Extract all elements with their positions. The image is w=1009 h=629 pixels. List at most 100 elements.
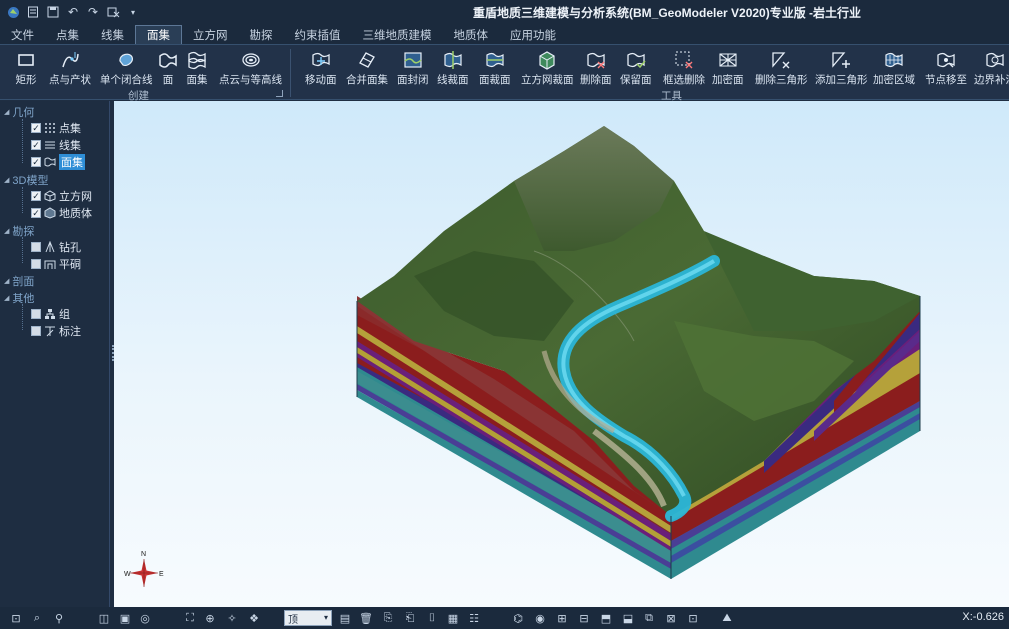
tool-h-icon[interactable]: ⊠ <box>664 611 678 625</box>
export-icon[interactable]: ⎘ <box>381 611 395 625</box>
checkbox[interactable] <box>31 242 41 252</box>
checkbox[interactable] <box>31 309 41 319</box>
move-surface-button[interactable]: 移动面 <box>305 49 337 87</box>
checkbox[interactable]: ✓ <box>31 208 41 218</box>
tree-category-section[interactable]: ◢ 剖面 <box>4 273 34 289</box>
tree-item-surface-set[interactable]: ✓ 面集 <box>31 154 85 170</box>
undo-icon[interactable]: ↶ <box>66 5 80 19</box>
tab-cube-grid[interactable]: 立方网 <box>182 25 239 44</box>
collapse-arrow-icon[interactable]: ◢ <box>4 227 9 235</box>
checkbox[interactable] <box>31 326 41 336</box>
tree-item-group[interactable]: 组 <box>31 306 70 322</box>
pointcloud-contour-button[interactable]: 点云与等高线 <box>219 49 282 87</box>
tree-item-point-set[interactable]: ✓ 点集 <box>31 120 81 136</box>
center-icon[interactable]: ✧ <box>225 611 239 625</box>
move-node-button[interactable]: 节点移至 <box>925 49 967 87</box>
screenshot-icon[interactable]: ⌷ <box>425 611 439 625</box>
zoom-icon[interactable]: ⊕ <box>203 611 217 625</box>
tab-line-set[interactable]: 线集 <box>90 25 135 44</box>
add-triangle-button[interactable]: 添加三角形 <box>815 49 868 87</box>
tool-b-icon[interactable]: ◉ <box>533 611 547 625</box>
redo-icon[interactable]: ↷ <box>86 5 100 19</box>
surface-cut-surface-button[interactable]: 面裁面 <box>479 49 511 87</box>
tab-file[interactable]: 文件 <box>0 25 45 44</box>
tool-g-icon[interactable]: ⧉ <box>642 611 656 625</box>
single-closed-line-button[interactable]: 单个闭合线 <box>100 49 153 87</box>
terrain-tool-icon[interactable]: ⛰ <box>720 611 734 625</box>
checkbox[interactable]: ✓ <box>31 191 41 201</box>
keep-surface-button[interactable]: 保留面 <box>620 49 652 87</box>
tree-category-3d-model[interactable]: ◢ 3D模型 <box>4 172 48 188</box>
new-file-icon[interactable] <box>26 5 40 19</box>
checkbox[interactable]: ✓ <box>31 157 41 167</box>
surface-set-button[interactable]: 面集 <box>186 49 208 87</box>
tree-item-cube-grid[interactable]: ✓ 立方网 <box>31 188 92 204</box>
tree-category-other[interactable]: ◢ 其他 <box>4 290 34 306</box>
view-globe-icon[interactable]: ◎ <box>138 611 152 625</box>
grid-icon[interactable]: ▤ <box>338 611 352 625</box>
view-side-icon[interactable]: ▣ <box>118 611 132 625</box>
collapse-arrow-icon[interactable]: ◢ <box>4 176 9 184</box>
delete-selection-icon[interactable] <box>106 5 120 19</box>
zoom-window-icon[interactable]: ⊡ <box>9 611 23 625</box>
line-cut-surface-button[interactable]: 线裁面 <box>437 49 469 87</box>
tab-3d-geo-modeling[interactable]: 三维地质建模 <box>352 25 443 44</box>
collapse-arrow-icon[interactable]: ◢ <box>4 108 9 116</box>
tab-exploration[interactable]: 勘探 <box>239 25 284 44</box>
settings-icon[interactable]: ☷ <box>467 611 481 625</box>
surface-button[interactable]: 面 <box>157 49 179 87</box>
layer-icon[interactable]: ▦ <box>446 611 460 625</box>
checkbox[interactable]: ✓ <box>31 123 41 133</box>
densify-surface-icon <box>719 53 737 67</box>
close-surface-button[interactable]: 面封闭 <box>397 49 429 87</box>
group-launcher-icon[interactable] <box>276 90 283 97</box>
render-mode-icon[interactable]: ❖ <box>247 611 261 625</box>
view-direction-select[interactable]: 顶 ▾ <box>284 610 332 626</box>
checkbox[interactable] <box>31 259 41 269</box>
zoom-search-icon[interactable]: ⌕ <box>30 611 44 625</box>
save-icon[interactable] <box>46 5 60 19</box>
tree-item-line-set[interactable]: ✓ 线集 <box>31 137 81 153</box>
point-attitude-button[interactable]: 点与产状 <box>49 49 91 87</box>
delete-surface-button[interactable]: 删除面 <box>580 49 612 87</box>
trash-icon[interactable]: 🗑 <box>359 611 373 625</box>
rectangle-button[interactable]: 矩形 <box>15 49 37 87</box>
densify-region-button[interactable]: 加密区域 <box>873 49 915 87</box>
tab-point-set[interactable]: 点集 <box>45 25 90 44</box>
surface-cut-surface-label: 面裁面 <box>479 74 511 86</box>
densify-surface-button[interactable]: 加密面 <box>712 49 744 87</box>
cube-icon <box>44 190 56 202</box>
tab-surface-set[interactable]: 面集 <box>135 25 182 44</box>
tool-d-icon[interactable]: ⊟ <box>577 611 591 625</box>
checkbox[interactable]: ✓ <box>31 140 41 150</box>
tree-item-geobody[interactable]: ✓ 地质体 <box>31 205 92 221</box>
tree-item-annotation[interactable]: 标注 <box>31 323 81 339</box>
fit-all-icon[interactable]: ⛶ <box>183 611 197 625</box>
view-front-icon[interactable]: ◫ <box>97 611 111 625</box>
3d-viewport[interactable]: N W E <box>114 101 1009 607</box>
tool-a-icon[interactable]: ⌬ <box>511 611 525 625</box>
tree-category-exploration[interactable]: ◢ 勘探 <box>4 223 34 239</box>
tool-i-icon[interactable]: ⊡ <box>686 611 700 625</box>
tool-f-icon[interactable]: ⬓ <box>621 611 635 625</box>
pan-zoom-icon[interactable]: ⚲ <box>52 611 66 625</box>
geological-block-model[interactable] <box>114 101 1009 607</box>
tab-applications[interactable]: 应用功能 <box>499 25 567 44</box>
boundary-fill-hole-button[interactable]: 边界补洞 <box>974 49 1009 87</box>
tool-e-icon[interactable]: ⬒ <box>599 611 613 625</box>
annotation-icon <box>44 325 56 337</box>
tool-c-icon[interactable]: ⊞ <box>555 611 569 625</box>
collapse-arrow-icon[interactable]: ◢ <box>4 277 9 285</box>
delete-triangle-button[interactable]: 删除三角形 <box>755 49 808 87</box>
collapse-arrow-icon[interactable]: ◢ <box>4 294 9 302</box>
cube-grid-cut-surface-button[interactable]: 立方网裁面 <box>521 49 574 87</box>
import-icon[interactable]: ⎗ <box>403 611 417 625</box>
tab-constraint-interpolation[interactable]: 约束插值 <box>284 25 352 44</box>
tree-item-borehole[interactable]: 钻孔 <box>31 239 81 255</box>
box-select-delete-button[interactable]: 框选删除 <box>663 49 705 87</box>
tree-item-adit[interactable]: 平硐 <box>31 256 81 272</box>
tree-category-geometry[interactable]: ◢ 几何 <box>4 104 34 120</box>
tab-geobody[interactable]: 地质体 <box>443 25 500 44</box>
merge-surface-set-button[interactable]: 合并面集 <box>346 49 388 87</box>
customize-toolbar-icon[interactable]: ▾ <box>126 5 140 19</box>
